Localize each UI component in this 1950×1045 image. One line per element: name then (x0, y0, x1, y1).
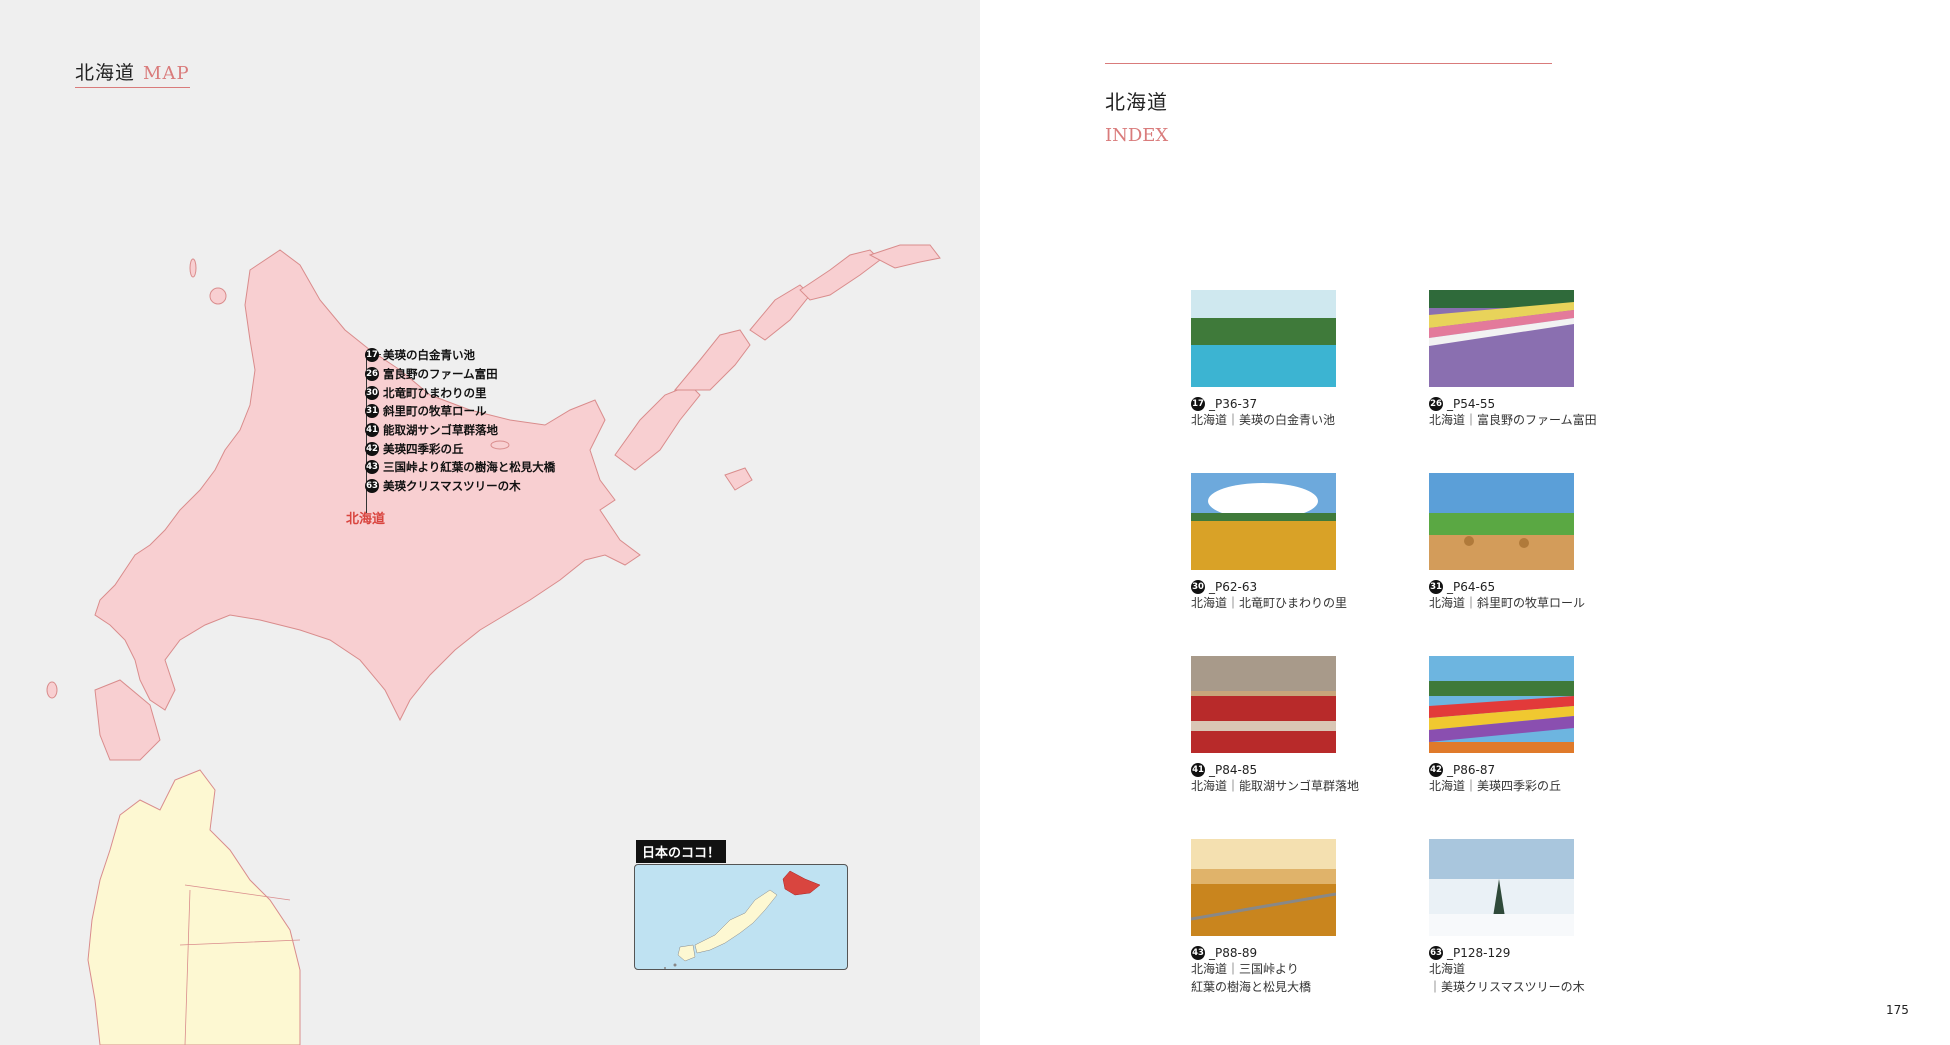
page-range: _P64-65 (1447, 580, 1496, 594)
map-pin-item: 42 美瑛四季彩の丘 (365, 439, 555, 458)
index-subtitle: INDEX (1105, 125, 1169, 146)
item-number: 63 (1429, 946, 1443, 960)
index-item: 41 _P84-85 北海道｜能取湖サンゴ草群落地 (1191, 656, 1376, 795)
index-item: 63 _P128-129 北海道 ｜美瑛クリスマスツリーの木 (1429, 839, 1614, 996)
item-number: 43 (1191, 946, 1205, 960)
honshu-landmass (87, 769, 301, 1045)
item-number: 31 (1429, 580, 1443, 594)
map-pin-item: 43 三国峠より紅葉の樹海と松見大橋 (365, 458, 555, 477)
pin-label: 北竜町ひまわりの里 (383, 385, 487, 400)
title-rule (1105, 63, 1552, 64)
thumbnail-photo (1429, 839, 1574, 936)
thumbnail-photo (1429, 290, 1574, 387)
item-description: 北海道｜斜里町の牧草ロール (1429, 596, 1586, 610)
map-pin-item: 31 斜里町の牧草ロール (365, 402, 555, 421)
item-description: 北海道｜北竜町ひまわりの里 (1191, 596, 1348, 610)
page-reference: 63 _P128-129 (1429, 946, 1614, 960)
map-pin-item: 30 北竜町ひまわりの里 (365, 383, 555, 402)
map-pin-item: 17 美瑛の白金青い池 (365, 346, 555, 365)
thumbnail-photo (1429, 656, 1574, 753)
map-page: 北海道 MAP 17 美瑛の白金青い池 26 富良野のファーム富田 30 北竜町ひまわりの里… (0, 0, 980, 1045)
index-item: 17 _P36-37 北海道｜美瑛の白金青い池 (1191, 290, 1376, 429)
page-reference: 31 _P64-65 (1429, 580, 1614, 594)
japan-inset-svg (664, 870, 821, 969)
page-reference: 26 _P54-55 (1429, 397, 1614, 411)
item-description: 北海道｜美瑛の白金青い池 (1191, 413, 1336, 427)
index-page: 北海道 INDEX 17 _P36-37 北海道｜美瑛の白金青い池 26 _P54-55… (980, 0, 1950, 1045)
map-pin-item: 63 美瑛クリスマスツリーの木 (365, 477, 555, 496)
index-title: 北海道 (1105, 90, 1168, 114)
pin-label: 三国峠より紅葉の樹海と松見大橋 (383, 460, 556, 475)
page-range: _P128-129 (1447, 946, 1511, 960)
pin-list: 17 美瑛の白金青い池 26 富良野のファーム富田 30 北竜町ひまわりの里 31 斜里町の牧… (365, 346, 555, 496)
item-number: 26 (1429, 397, 1443, 411)
page-number: 175 (1886, 1003, 1909, 1017)
page-reference: 30 _P62-63 (1191, 580, 1376, 594)
pin-number: 42 (365, 441, 379, 456)
pin-number: 17 (365, 348, 379, 363)
thumbnail-photo (1191, 839, 1336, 936)
pin-number: 30 (365, 385, 379, 400)
pin-number: 63 (365, 479, 379, 494)
item-number: 42 (1429, 763, 1443, 777)
page-reference: 43 _P88-89 (1191, 946, 1376, 960)
inset-label: 日本のココ！ (636, 840, 727, 863)
pin-number: 43 (365, 460, 379, 475)
thumbnail-photo (1191, 473, 1336, 570)
item-description: 北海道 ｜美瑛クリスマスツリーの木 (1429, 962, 1585, 994)
item-description: 北海道｜三国峠より 紅葉の樹海と松見大橋 (1191, 962, 1312, 994)
index-item: 43 _P88-89 北海道｜三国峠より 紅葉の樹海と松見大橋 (1191, 839, 1376, 996)
page-reference: 41 _P84-85 (1191, 763, 1376, 777)
index-item: 31 _P64-65 北海道｜斜里町の牧草ロール (1429, 473, 1614, 612)
index-item: 26 _P54-55 北海道｜富良野のファーム富田 (1429, 290, 1614, 429)
page-range: _P86-87 (1447, 763, 1496, 777)
pin-label: 富良野のファーム富田 (383, 367, 498, 382)
map-pin-item: 41 能取湖サンゴ草群落地 (365, 421, 555, 440)
page-reference: 42 _P86-87 (1429, 763, 1614, 777)
item-description: 北海道｜富良野のファーム富田 (1429, 413, 1597, 427)
item-number: 17 (1191, 397, 1205, 411)
pin-label: 斜里町の牧草ロール (383, 404, 487, 419)
inset-kyushu (677, 944, 696, 962)
item-description: 北海道｜能取湖サンゴ草群落地 (1191, 779, 1360, 793)
item-number: 30 (1191, 580, 1205, 594)
page-range: _P84-85 (1209, 763, 1258, 777)
map-pin-item: 26 富良野のファーム富田 (365, 365, 555, 384)
inset-hokkaido (782, 870, 821, 896)
pin-label: 能取湖サンゴ草群落地 (383, 423, 498, 438)
thumbnail-photo (1191, 656, 1336, 753)
pin-label: 美瑛四季彩の丘 (383, 441, 464, 456)
thumbnail-photo (1429, 473, 1574, 570)
item-number: 41 (1191, 763, 1205, 777)
japan-inset-map (634, 864, 848, 970)
item-description: 北海道｜美瑛四季彩の丘 (1429, 779, 1562, 793)
pin-label: 美瑛の白金青い池 (383, 348, 475, 363)
page-range: _P36-37 (1209, 397, 1258, 411)
page-range: _P88-89 (1209, 946, 1258, 960)
pin-number: 41 (365, 423, 379, 438)
pin-number: 26 (365, 367, 379, 382)
page-range: _P54-55 (1447, 397, 1496, 411)
page-range: _P62-63 (1209, 580, 1258, 594)
index-item: 42 _P86-87 北海道｜美瑛四季彩の丘 (1429, 656, 1614, 795)
pin-number: 31 (365, 404, 379, 419)
page-reference: 17 _P36-37 (1191, 397, 1376, 411)
pin-label: 美瑛クリスマスツリーの木 (383, 479, 521, 494)
book-spread: 北海道 MAP 17 美瑛の白金青い池 26 富良野のファーム富田 30 北竜町ひまわりの里… (0, 0, 1950, 1045)
thumbnail-photo (1191, 290, 1336, 387)
region-label: 北海道 (346, 512, 386, 527)
index-item: 30 _P62-63 北海道｜北竜町ひまわりの里 (1191, 473, 1376, 612)
inset-honshu (694, 889, 778, 954)
